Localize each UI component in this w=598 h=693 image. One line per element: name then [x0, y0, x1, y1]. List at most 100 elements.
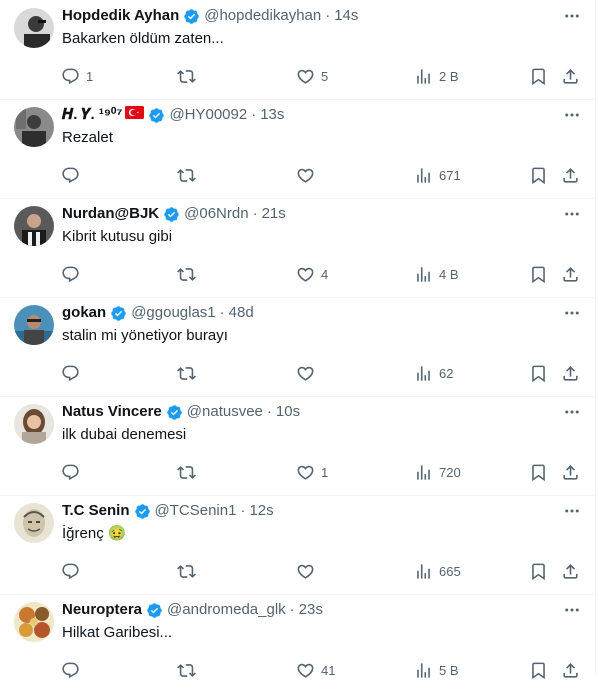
share-button[interactable] [561, 64, 580, 88]
timestamp[interactable]: 10s [276, 402, 300, 422]
timestamp[interactable]: 23s [299, 600, 323, 620]
tweet-text: Kibrit kutusu gibi [62, 228, 173, 245]
bookmark-button[interactable] [529, 559, 548, 583]
author-name[interactable]: T.C Senin [62, 501, 130, 521]
retweet-button[interactable] [177, 361, 202, 385]
more-icon[interactable] [560, 301, 584, 325]
retweet-button[interactable] [177, 262, 202, 286]
view-count: 5 B [439, 662, 459, 678]
author-handle[interactable]: @andromeda_glk [167, 600, 286, 620]
avatar[interactable] [14, 404, 54, 444]
reply-button[interactable] [61, 460, 86, 484]
views-button[interactable]: 4 B [414, 262, 459, 286]
author-name[interactable]: 𝑯. 𝒀. ¹⁹⁰⁷ [62, 105, 122, 125]
like-button[interactable] [296, 163, 321, 187]
more-icon[interactable] [560, 499, 584, 523]
tweet-4[interactable]: gokan @ggouglas1 · 48d stalin mi yönetiy… [0, 297, 595, 397]
bookmark-button[interactable] [529, 64, 548, 88]
author-name[interactable]: gokan [62, 303, 106, 323]
bookmark-button[interactable] [529, 658, 548, 682]
avatar[interactable] [14, 602, 54, 642]
tweet-6[interactable]: T.C Senin @TCSenin1 · 12s İğrenç 🤢 665 [0, 495, 595, 595]
bookmark-button[interactable] [529, 460, 548, 484]
views-icon [417, 167, 430, 183]
timestamp[interactable]: 48d [229, 303, 254, 323]
verified-badge-icon [148, 107, 165, 124]
retweet-button[interactable] [177, 163, 202, 187]
views-button[interactable]: 671 [414, 163, 461, 187]
share-icon [563, 167, 578, 183]
action-bar: 4 4 B [0, 262, 595, 286]
reply-button[interactable] [61, 163, 86, 187]
timestamp[interactable]: 13s [260, 105, 284, 125]
avatar[interactable] [14, 503, 54, 543]
bookmark-button[interactable] [529, 163, 548, 187]
reply-button[interactable] [61, 262, 86, 286]
share-button[interactable] [561, 163, 580, 187]
more-icon[interactable] [560, 400, 584, 424]
like-count: 4 [321, 266, 329, 282]
bookmark-button[interactable] [529, 361, 548, 385]
share-icon [563, 365, 578, 381]
author-handle[interactable]: @hopdedikayhan [204, 6, 321, 26]
timestamp[interactable]: 12s [249, 501, 273, 521]
bookmark-button[interactable] [529, 262, 548, 286]
author-handle[interactable]: @natusvee [187, 402, 263, 422]
tweet-1[interactable]: Hopdedik Ayhan @hopdedikayhan · 14s Baka… [0, 0, 595, 100]
author-name[interactable]: Natus Vincere [62, 402, 162, 422]
retweet-button[interactable] [177, 460, 202, 484]
views-icon [417, 68, 430, 84]
views-button[interactable]: 62 [414, 361, 453, 385]
like-button[interactable] [296, 559, 321, 583]
author-name[interactable]: Hopdedik Ayhan [62, 6, 179, 26]
reply-button[interactable] [61, 658, 86, 682]
retweet-button[interactable] [177, 64, 202, 88]
views-button[interactable]: 665 [414, 559, 461, 583]
more-icon[interactable] [560, 4, 584, 28]
tweet-7[interactable]: Neuroptera @andromeda_glk · 23s Hilkat G… [0, 594, 595, 693]
tweet-2[interactable]: 𝑯. 𝒀. ¹⁹⁰⁷ @HY00092 · 13s Rezalet 671 [0, 99, 595, 199]
views-button[interactable]: 5 B [414, 658, 459, 682]
author-handle[interactable]: @06Nrdn [184, 204, 248, 224]
tweet-text: stalin mi yönetiyor burayı [62, 327, 228, 344]
author-handle[interactable]: @ggouglas1 [131, 303, 215, 323]
like-button[interactable]: 1 [296, 460, 328, 484]
share-button[interactable] [561, 559, 580, 583]
avatar[interactable] [14, 107, 54, 147]
like-button[interactable] [296, 361, 321, 385]
more-icon[interactable] [560, 103, 584, 127]
like-button[interactable]: 5 [296, 64, 328, 88]
author-name[interactable]: Neuroptera [62, 600, 142, 620]
view-count: 2 B [439, 68, 459, 84]
retweet-button[interactable] [177, 559, 202, 583]
timestamp[interactable]: 14s [334, 6, 358, 26]
share-button[interactable] [561, 262, 580, 286]
action-bar: 671 [0, 163, 595, 187]
like-count: 1 [321, 464, 329, 480]
more-icon[interactable] [560, 202, 584, 226]
share-button[interactable] [561, 658, 580, 682]
bookmark-icon [532, 365, 545, 382]
avatar[interactable] [14, 206, 54, 246]
share-button[interactable] [561, 361, 580, 385]
more-icon[interactable] [560, 598, 584, 622]
author-name[interactable]: Nurdan@BJK [62, 204, 159, 224]
like-button[interactable]: 4 [296, 262, 328, 286]
share-button[interactable] [561, 460, 580, 484]
author-handle[interactable]: @HY00092 [169, 105, 247, 125]
reply-button[interactable] [61, 361, 86, 385]
author-handle[interactable]: @TCSenin1 [155, 501, 237, 521]
avatar[interactable] [14, 305, 54, 345]
timestamp[interactable]: 21s [262, 204, 286, 224]
bookmark-icon [532, 563, 545, 580]
avatar[interactable] [14, 8, 54, 48]
tweet-3[interactable]: Nurdan@BJK @06Nrdn · 21s Kibrit kutusu g… [0, 198, 595, 298]
share-icon [563, 563, 578, 579]
reply-button[interactable] [61, 559, 86, 583]
like-button[interactable]: 41 [296, 658, 335, 682]
tweet-5[interactable]: Natus Vincere @natusvee · 10s ilk dubai … [0, 396, 595, 496]
retweet-button[interactable] [177, 658, 202, 682]
views-button[interactable]: 720 [414, 460, 461, 484]
views-button[interactable]: 2 B [414, 64, 459, 88]
reply-button[interactable]: 1 [61, 64, 93, 88]
